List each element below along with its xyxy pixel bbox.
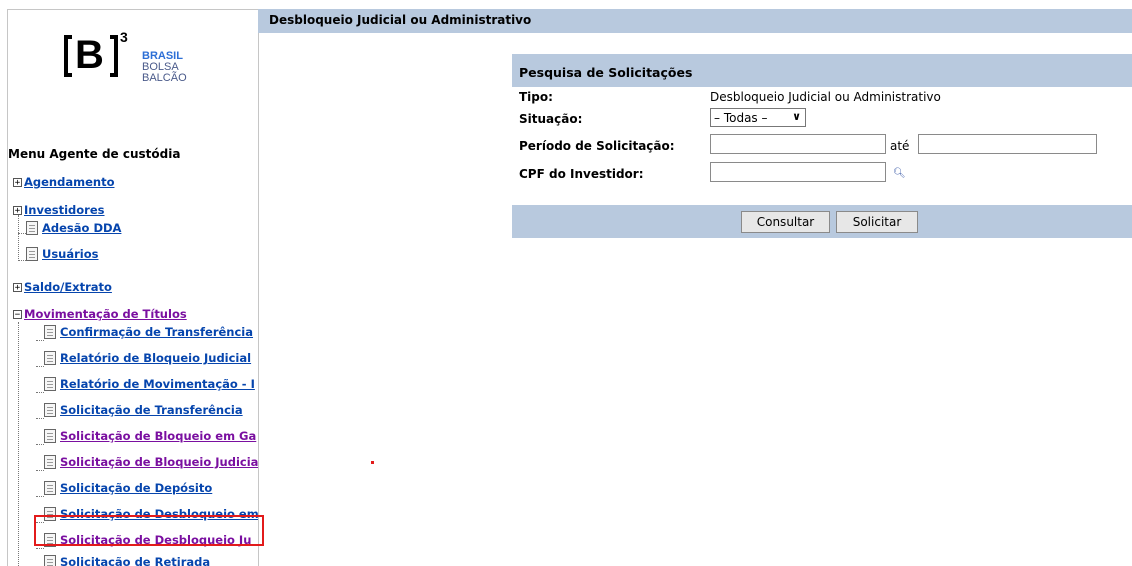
tree-line: [36, 392, 44, 393]
b3-logo: B 3 BRASIL BOLSA BALCÃO: [64, 29, 214, 84]
tree-line: [18, 233, 26, 234]
menu-title: Menu Agente de custódia: [8, 147, 181, 161]
menu-item-saldo-extrato[interactable]: + Saldo/Extrato: [13, 280, 112, 294]
situacao-label: Situação:: [519, 112, 583, 126]
situacao-select[interactable]: – Todas – ∨: [710, 108, 806, 127]
document-icon: [44, 325, 56, 339]
document-icon: [26, 247, 38, 261]
situacao-selected-value: – Todas –: [714, 110, 768, 125]
menu-item-usuarios[interactable]: Usuários: [26, 247, 99, 261]
tree-line: [36, 366, 44, 367]
tree-line: [18, 322, 19, 566]
search-panel-footer: Consultar Solicitar: [512, 205, 1132, 238]
tree-line: [36, 496, 44, 497]
menu-link-saldo-extrato[interactable]: Saldo/Extrato: [24, 280, 112, 294]
menu-link-solicitacao-bloqueio-judicial[interactable]: Solicitação de Bloqueio Judicia: [60, 455, 258, 469]
tree-line: [18, 215, 19, 261]
menu-link-solicitacao-deposito[interactable]: Solicitação de Depósito: [60, 481, 212, 495]
red-dot-marker: [371, 461, 374, 464]
logo-mark: B: [75, 33, 104, 77]
document-icon: [44, 377, 56, 391]
tree-line: [36, 470, 44, 471]
logo-line-3: BALCÃO: [142, 72, 187, 84]
periodo-from-input[interactable]: [710, 134, 886, 154]
document-icon: [44, 351, 56, 365]
logo-words: BRASIL BOLSA BALCÃO: [142, 51, 187, 84]
page-title-bar: Desbloqueio Judicial ou Administrativo: [258, 9, 1132, 33]
expand-icon[interactable]: +: [13, 177, 22, 187]
tree-line: [36, 340, 44, 341]
document-icon: [44, 403, 56, 417]
document-icon: [44, 481, 56, 495]
tree-line: [18, 260, 26, 261]
menu-item-solicitacao-bloqueio-garantia[interactable]: Solicitação de Bloqueio em Ga: [44, 429, 256, 443]
menu-item-movimentacao-titulos[interactable]: − Movimentação de Títulos: [13, 307, 187, 321]
menu-link-agendamento[interactable]: Agendamento: [24, 175, 114, 189]
periodo-to-input[interactable]: [918, 134, 1097, 154]
logo-bracket-left: [64, 35, 72, 77]
tipo-value: Desbloqueio Judicial ou Administrativo: [710, 90, 941, 104]
chevron-down-icon: ∨: [792, 110, 801, 123]
menu-item-solicitacao-retirada[interactable]: Solicitação de Retirada: [44, 555, 210, 566]
menu-item-relatorio-bloqueio-judicial[interactable]: Relatório de Bloqueio Judicial: [44, 351, 251, 365]
consultar-button[interactable]: Consultar: [741, 211, 830, 233]
menu-item-solicitacao-transferencia[interactable]: Solicitação de Transferência: [44, 403, 243, 417]
menu-link-confirmacao-transferencia[interactable]: Confirmação de Transferência: [60, 325, 253, 339]
active-item-highlight: [34, 515, 264, 546]
logo-superscript: 3: [120, 29, 128, 45]
menu-item-confirmacao-transferencia[interactable]: Confirmação de Transferência: [44, 325, 253, 339]
solicitar-button[interactable]: Solicitar: [836, 211, 918, 233]
tree-line: [36, 418, 44, 419]
expand-icon[interactable]: +: [13, 282, 22, 292]
document-icon: [26, 221, 38, 235]
menu-item-adesao-dda[interactable]: Adesão DDA: [26, 221, 121, 235]
search-panel-title: Pesquisa de Solicitações: [519, 65, 693, 80]
menu-item-investidores[interactable]: + Investidores: [13, 203, 105, 217]
menu-link-solicitacao-transferencia[interactable]: Solicitação de Transferência: [60, 403, 243, 417]
menu-link-investidores[interactable]: Investidores: [24, 203, 105, 217]
search-panel: Pesquisa de Solicitações Tipo: Desbloque…: [512, 54, 1132, 238]
tree-line: [36, 548, 44, 549]
menu-item-solicitacao-deposito[interactable]: Solicitação de Depósito: [44, 481, 212, 495]
menu-link-solicitacao-retirada[interactable]: Solicitação de Retirada: [60, 555, 210, 566]
menu-link-solicitacao-bloqueio-garantia[interactable]: Solicitação de Bloqueio em Ga: [60, 429, 256, 443]
search-panel-header: Pesquisa de Solicitações: [512, 54, 1132, 87]
menu-link-relatorio-bloqueio-judicial[interactable]: Relatório de Bloqueio Judicial: [60, 351, 251, 365]
menu-link-movimentacao-titulos[interactable]: Movimentação de Títulos: [24, 307, 187, 321]
tree-line: [36, 444, 44, 445]
menu-item-agendamento[interactable]: + Agendamento: [13, 175, 114, 189]
menu-item-relatorio-movimentacao[interactable]: Relatório de Movimentação - I: [44, 377, 255, 391]
document-icon: [44, 455, 56, 469]
menu-item-solicitacao-bloqueio-judicial[interactable]: Solicitação de Bloqueio Judicia: [44, 455, 258, 469]
menu-link-adesao-dda[interactable]: Adesão DDA: [42, 221, 121, 235]
search-icon[interactable]: 🔍︎: [893, 168, 906, 179]
logo-bracket-right: [110, 35, 118, 77]
cpf-label: CPF do Investidor:: [519, 167, 644, 181]
menu-link-relatorio-movimentacao[interactable]: Relatório de Movimentação - I: [60, 377, 255, 391]
tipo-label: Tipo:: [519, 90, 553, 104]
document-icon: [44, 429, 56, 443]
menu-link-usuarios[interactable]: Usuários: [42, 247, 99, 261]
expand-icon[interactable]: +: [13, 205, 22, 215]
periodo-label: Período de Solicitação:: [519, 139, 675, 153]
page-title: Desbloqueio Judicial ou Administrativo: [269, 13, 532, 27]
ate-label: até: [890, 139, 910, 153]
document-icon: [44, 555, 56, 566]
collapse-icon[interactable]: −: [13, 309, 22, 319]
cpf-input[interactable]: [710, 162, 886, 182]
sidebar: B 3 BRASIL BOLSA BALCÃO Menu Agente de c…: [7, 9, 259, 566]
